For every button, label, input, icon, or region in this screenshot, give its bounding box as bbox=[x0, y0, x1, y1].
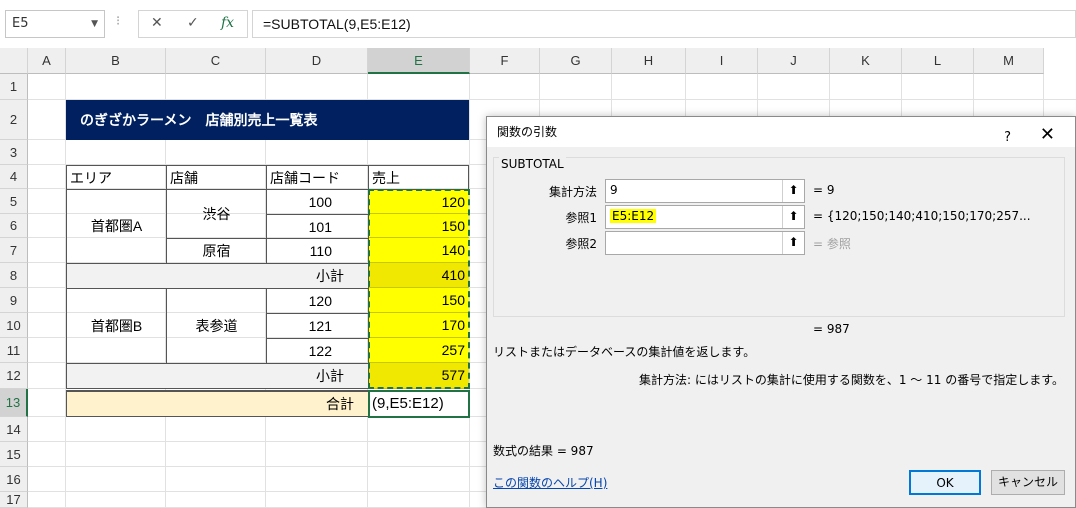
row-header-9[interactable]: 9 bbox=[0, 288, 28, 313]
header-store[interactable]: 店舗 bbox=[166, 165, 267, 190]
row-header-15[interactable]: 15 bbox=[0, 442, 28, 467]
arg3-input[interactable]: ⬆ bbox=[605, 231, 805, 255]
store-harajuku-cell[interactable]: 原宿 bbox=[166, 238, 267, 264]
store-shibuya-cell[interactable]: 渋谷 bbox=[166, 189, 267, 239]
row-header-14[interactable]: 14 bbox=[0, 417, 28, 442]
select-all-corner[interactable] bbox=[0, 48, 28, 74]
total-edit-cell[interactable]: (9,E5:E12) bbox=[368, 390, 470, 418]
dialog-title-bar[interactable]: 関数の引数 ? ✕ bbox=[487, 117, 1075, 147]
argument-help-text: 集計方法: にはリストの集計に使用する関数を、1 ～ 11 の番号で指定します。 bbox=[639, 373, 1065, 387]
collapse-dialog-icon[interactable]: ⬆ bbox=[782, 180, 804, 202]
sales-cell[interactable]: 140 bbox=[369, 238, 469, 263]
sales-cell[interactable]: 120 bbox=[369, 190, 469, 214]
name-box[interactable]: E5 ▼ bbox=[5, 10, 105, 38]
row-header-13[interactable]: 13 bbox=[0, 389, 28, 417]
row-header-10[interactable]: 10 bbox=[0, 313, 28, 338]
column-header-d[interactable]: D bbox=[266, 48, 368, 74]
help-icon[interactable]: ? bbox=[1004, 123, 1011, 153]
arg2-value: E5:E12 bbox=[610, 209, 657, 223]
row-header-2[interactable]: 2 bbox=[0, 100, 28, 140]
formula-result-value: = 987 bbox=[813, 322, 850, 336]
row-header-3[interactable]: 3 bbox=[0, 140, 28, 165]
column-header-c[interactable]: C bbox=[166, 48, 266, 74]
insert-function-icon[interactable]: fx bbox=[221, 15, 234, 31]
code-cell[interactable]: 100 bbox=[266, 189, 369, 215]
cancel-icon[interactable]: ✕ bbox=[151, 15, 163, 31]
cancel-button[interactable]: キャンセル bbox=[991, 470, 1065, 495]
arg1-result: = 9 bbox=[813, 183, 835, 197]
collapse-dialog-icon[interactable]: ⬆ bbox=[782, 232, 804, 254]
code-cell[interactable]: 121 bbox=[266, 313, 369, 339]
subtotal-label-a[interactable]: 小計 bbox=[66, 263, 369, 289]
sales-cell[interactable]: 170 bbox=[369, 313, 469, 338]
function-help-link[interactable]: この関数のヘルプ(H) bbox=[493, 474, 607, 491]
row-header-17[interactable]: 17 bbox=[0, 492, 28, 508]
function-name: SUBTOTAL bbox=[499, 157, 566, 171]
row-header-1[interactable]: 1 bbox=[0, 74, 28, 100]
row-header-12[interactable]: 12 bbox=[0, 363, 28, 389]
ok-button[interactable]: OK bbox=[909, 470, 981, 495]
header-sales[interactable]: 売上 bbox=[368, 165, 469, 190]
row-header-4[interactable]: 4 bbox=[0, 165, 28, 189]
area-a-cell[interactable]: 首都圏A bbox=[66, 189, 167, 264]
function-arguments-dialog: 関数の引数 ? ✕ SUBTOTAL 集計方法 9 ⬆ = 9 参照1 E5:E… bbox=[486, 116, 1076, 508]
column-header-a[interactable]: A bbox=[28, 48, 66, 74]
arg2-result: = {120;150;140;410;150;170;257... bbox=[813, 209, 1031, 223]
row-header-7[interactable]: 7 bbox=[0, 238, 28, 263]
chevron-down-icon[interactable]: ▼ bbox=[91, 11, 98, 37]
column-header-e[interactable]: E bbox=[368, 48, 470, 74]
sales-cell[interactable]: 150 bbox=[369, 214, 469, 238]
sales-cell[interactable]: 257 bbox=[369, 338, 469, 363]
column-header-m[interactable]: M bbox=[974, 48, 1044, 74]
row-header-11[interactable]: 11 bbox=[0, 338, 28, 363]
area-b-cell[interactable]: 首都圏B bbox=[66, 288, 167, 364]
column-header-b[interactable]: B bbox=[66, 48, 166, 74]
row-header-16[interactable]: 16 bbox=[0, 467, 28, 492]
arg2-input[interactable]: E5:E12 ⬆ bbox=[605, 205, 805, 229]
drag-handle-icon[interactable]: ⁝ bbox=[116, 14, 120, 29]
row-header-5[interactable]: 5 bbox=[0, 189, 28, 214]
name-box-value: E5 bbox=[12, 16, 29, 31]
formula-bar: E5 ▼ ⁝ ✕ ✓ fx =SUBTOTAL(9,E5:E12) bbox=[0, 0, 1076, 48]
dialog-title: 関数の引数 bbox=[497, 125, 558, 139]
arg3-label: 参照2 bbox=[565, 237, 597, 251]
arg1-label: 集計方法 bbox=[548, 185, 597, 199]
arg3-result: = 参照 bbox=[813, 237, 851, 251]
total-label[interactable]: 合計 bbox=[66, 390, 369, 417]
header-store-code[interactable]: 店舗コード bbox=[266, 165, 369, 190]
subtotal-label-b[interactable]: 小計 bbox=[66, 363, 369, 389]
sales-cell[interactable]: 577 bbox=[369, 363, 469, 389]
code-cell[interactable]: 101 bbox=[266, 214, 369, 239]
column-header-i[interactable]: I bbox=[686, 48, 758, 74]
column-header-l[interactable]: L bbox=[902, 48, 974, 74]
code-cell[interactable]: 120 bbox=[266, 288, 369, 314]
enter-icon[interactable]: ✓ bbox=[187, 15, 199, 31]
arg1-input[interactable]: 9 ⬆ bbox=[605, 179, 805, 203]
formula-input[interactable]: =SUBTOTAL(9,E5:E12) bbox=[252, 10, 1076, 38]
collapse-dialog-icon[interactable]: ⬆ bbox=[782, 206, 804, 228]
function-description: リストまたはデータベースの集計値を返します。 bbox=[493, 345, 756, 359]
store-omotesando-cell[interactable]: 表参道 bbox=[166, 288, 267, 364]
code-cell[interactable]: 110 bbox=[266, 238, 369, 264]
formula-buttons: ✕ ✓ fx bbox=[138, 10, 248, 38]
column-header-j[interactable]: J bbox=[758, 48, 830, 74]
column-header-g[interactable]: G bbox=[540, 48, 612, 74]
sales-cell[interactable]: 150 bbox=[369, 288, 469, 313]
column-header-k[interactable]: K bbox=[830, 48, 902, 74]
sales-cell[interactable]: 410 bbox=[369, 263, 469, 288]
header-area[interactable]: エリア bbox=[66, 165, 167, 190]
arg1-value: 9 bbox=[610, 183, 618, 197]
formula-result-text: 数式の結果 = 987 bbox=[493, 444, 594, 458]
sales-range[interactable]: 120 150 140 410 150 170 257 577 bbox=[369, 190, 469, 389]
code-cell[interactable]: 122 bbox=[266, 338, 369, 364]
arg2-label: 参照1 bbox=[565, 211, 597, 225]
close-icon[interactable]: ✕ bbox=[1040, 120, 1055, 150]
row-header-8[interactable]: 8 bbox=[0, 263, 28, 288]
sheet-title[interactable]: のぎざかラーメン 店舗別売上一覧表 bbox=[66, 100, 469, 140]
column-header-f[interactable]: F bbox=[470, 48, 540, 74]
column-header-h[interactable]: H bbox=[612, 48, 686, 74]
row-header-6[interactable]: 6 bbox=[0, 214, 28, 238]
